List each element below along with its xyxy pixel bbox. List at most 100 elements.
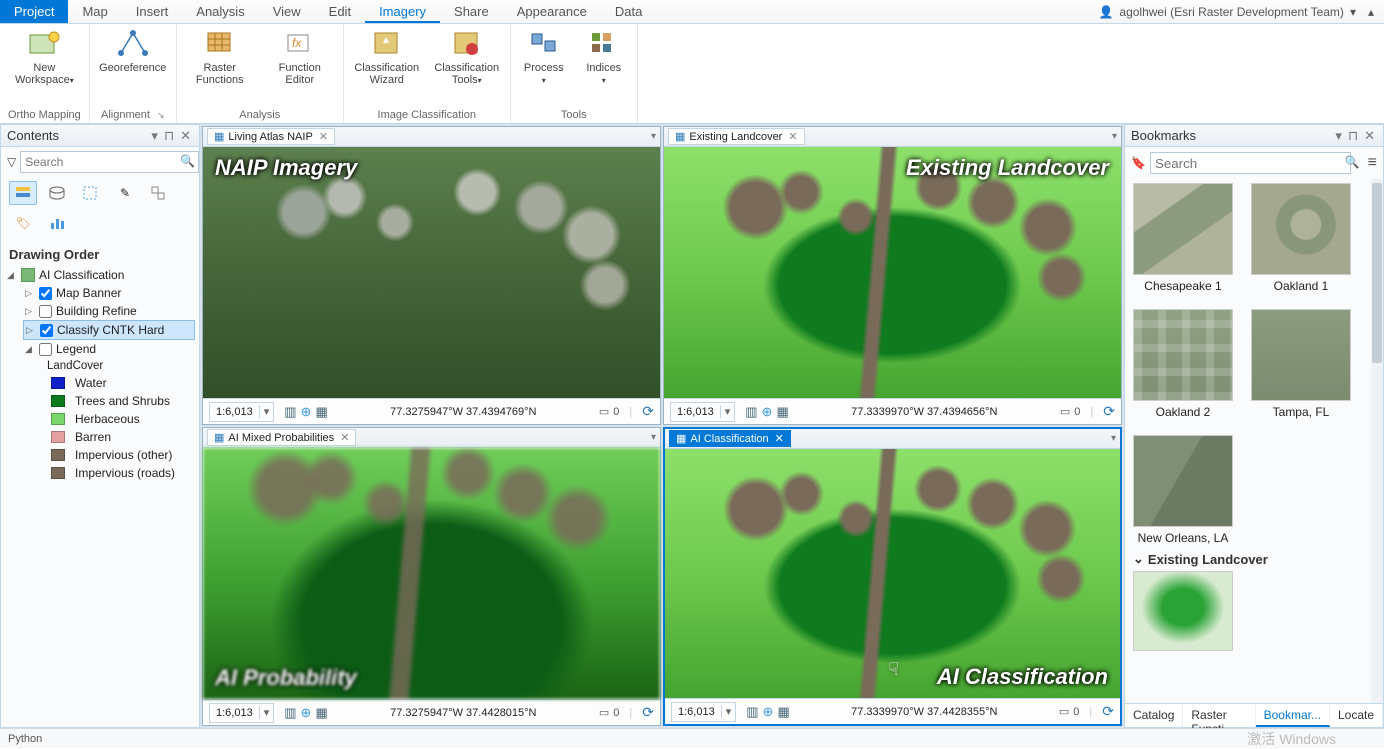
layer-checkbox[interactable] xyxy=(39,343,52,356)
chevron-down-icon[interactable]: ▾ xyxy=(259,405,274,418)
close-icon[interactable]: ✕ xyxy=(1362,128,1377,144)
close-icon[interactable]: ✕ xyxy=(340,431,349,444)
close-icon[interactable]: ✕ xyxy=(788,130,797,143)
classification-wizard-button[interactable]: ClassificationWizard xyxy=(352,28,422,86)
tool-icon[interactable]: ▥ xyxy=(284,705,296,721)
tab-map[interactable]: Map xyxy=(68,0,121,23)
pin-icon[interactable]: ⊓ xyxy=(1346,128,1360,144)
tab-dropdown-icon[interactable]: ▾ xyxy=(651,131,656,142)
tool-icon[interactable]: ▦ xyxy=(315,404,327,420)
filter-icon[interactable]: ▽ xyxy=(7,155,16,169)
bookmarks-search-input[interactable] xyxy=(1150,152,1351,174)
map-tab[interactable]: ▦ AI Mixed Probabilities ✕ xyxy=(207,429,356,446)
map-tab[interactable]: ▦ Existing Landcover ✕ xyxy=(668,128,805,145)
status-left[interactable]: Python xyxy=(8,733,42,745)
refresh-icon[interactable]: ⟳ xyxy=(1103,403,1115,420)
tab-appearance[interactable]: Appearance xyxy=(503,0,601,23)
panel-tab[interactable]: Bookmar... xyxy=(1256,704,1330,727)
tab-share[interactable]: Share xyxy=(440,0,503,23)
dialog-launcher-icon[interactable]: ↘ xyxy=(157,110,165,121)
bookmarks-title-bar[interactable]: Bookmarks ▾ ⊓ ✕ xyxy=(1125,125,1383,147)
selection-count[interactable]: ▭0 xyxy=(1059,705,1080,718)
close-icon[interactable]: ✕ xyxy=(775,432,784,445)
tab-imagery[interactable]: Imagery xyxy=(365,0,440,23)
tool-icon[interactable]: ▥ xyxy=(284,404,296,420)
menu-icon[interactable]: ≡ xyxy=(1368,154,1377,172)
list-by-chart-icon[interactable] xyxy=(43,211,71,235)
tab-data[interactable]: Data xyxy=(601,0,656,23)
tab-edit[interactable]: Edit xyxy=(315,0,365,23)
close-icon[interactable]: ✕ xyxy=(178,128,193,144)
ribbon-collapse-icon[interactable]: ▴ xyxy=(1368,5,1374,19)
scrollbar[interactable] xyxy=(1371,179,1383,703)
scale-selector[interactable]: 1:6,013▾ xyxy=(209,703,274,723)
layer-map-banner[interactable]: ▷Map Banner xyxy=(23,284,195,302)
tool-icon[interactable]: ▦ xyxy=(315,705,327,721)
refresh-icon[interactable]: ⟳ xyxy=(642,403,654,420)
layer-checkbox[interactable] xyxy=(39,305,52,318)
legend-node[interactable]: ◢Legend xyxy=(23,340,195,358)
map-view[interactable]: AI Classification ☟ xyxy=(665,449,1120,698)
panel-tab[interactable]: Raster Functi... xyxy=(1183,704,1255,727)
panel-tab[interactable]: Catalog xyxy=(1125,704,1183,727)
tool-icon[interactable]: ▦ xyxy=(776,404,788,420)
map-tab[interactable]: ▦ AI Classification ✕ xyxy=(669,430,791,447)
bookmark-item[interactable]: Tampa, FL xyxy=(1251,309,1351,419)
layer-checkbox[interactable] xyxy=(40,324,53,337)
panel-tab[interactable]: Locate xyxy=(1330,704,1383,727)
layer-classify-cntk-hard[interactable]: ▷Classify CNTK Hard xyxy=(23,320,195,340)
legend-item[interactable]: Trees and Shrubs xyxy=(41,392,195,410)
existing-landcover-thumb[interactable] xyxy=(1133,571,1233,651)
list-by-editing-icon[interactable]: ✎ xyxy=(111,181,139,205)
layer-building-refine[interactable]: ▷Building Refine xyxy=(23,302,195,320)
section-existing-landcover[interactable]: ⌄Existing Landcover xyxy=(1133,545,1375,571)
legend-item[interactable]: Impervious (roads) xyxy=(41,464,195,482)
map-view[interactable]: NAIP Imagery xyxy=(203,147,660,398)
tool-icon[interactable]: ⊕ xyxy=(301,705,312,721)
tool-icon[interactable]: ⊕ xyxy=(762,404,773,420)
dropdown-icon[interactable]: ▾ xyxy=(149,128,160,144)
georeference-button[interactable]: Georeference xyxy=(98,28,168,74)
tool-icon[interactable]: ▥ xyxy=(745,404,757,420)
legend-item[interactable]: Water xyxy=(41,374,195,392)
indices-button[interactable]: Indices▾ xyxy=(579,28,629,86)
selection-count[interactable]: ▭0 xyxy=(599,706,620,719)
bookmark-icon[interactable]: 🔖 xyxy=(1131,156,1146,170)
scrollbar-thumb[interactable] xyxy=(1372,183,1382,363)
selection-count[interactable]: ▭0 xyxy=(1060,405,1081,418)
map-tab[interactable]: ▦ Living Atlas NAIP ✕ xyxy=(207,128,335,145)
refresh-icon[interactable]: ⟳ xyxy=(642,704,654,721)
tab-project[interactable]: Project xyxy=(0,0,68,23)
map-node[interactable]: ◢AI Classification xyxy=(5,266,195,284)
tool-icon[interactable]: ▦ xyxy=(777,704,789,720)
list-by-labeling-icon[interactable]: 🏷 xyxy=(9,211,37,235)
refresh-icon[interactable]: ⟳ xyxy=(1102,703,1114,720)
map-view[interactable]: AI Probability xyxy=(203,448,660,699)
bookmark-item[interactable]: New Orleans, LA xyxy=(1133,435,1233,545)
list-by-drawing-icon[interactable] xyxy=(9,181,37,205)
tab-dropdown-icon[interactable]: ▾ xyxy=(1112,131,1117,142)
pin-icon[interactable]: ⊓ xyxy=(162,128,176,144)
list-by-snapping-icon[interactable] xyxy=(145,181,173,205)
dropdown-icon[interactable]: ▾ xyxy=(1333,128,1344,144)
raster-functions-button[interactable]: RasterFunctions xyxy=(185,28,255,86)
tab-analysis[interactable]: Analysis xyxy=(182,0,258,23)
search-icon[interactable]: 🔍 xyxy=(1345,155,1360,169)
tool-icon[interactable]: ⊕ xyxy=(763,704,774,720)
layer-checkbox[interactable] xyxy=(39,287,52,300)
list-by-source-icon[interactable] xyxy=(43,181,71,205)
tool-icon[interactable]: ▥ xyxy=(746,704,758,720)
search-icon[interactable]: 🔍 xyxy=(180,154,195,168)
classification-tools-button[interactable]: ClassificationTools▾ xyxy=(432,28,502,86)
user-menu[interactable]: 👤 agolhwei (Esri Raster Development Team… xyxy=(1088,0,1384,23)
scale-selector[interactable]: 1:6,013▾ xyxy=(670,402,735,422)
selection-count[interactable]: ▭0 xyxy=(599,405,620,418)
list-by-selection-icon[interactable] xyxy=(77,181,105,205)
legend-item[interactable]: Barren xyxy=(41,428,195,446)
contents-search-input[interactable] xyxy=(20,151,199,173)
chevron-down-icon[interactable]: ▾ xyxy=(721,705,736,718)
tab-dropdown-icon[interactable]: ▾ xyxy=(651,432,656,443)
function-editor-button[interactable]: fx FunctionEditor xyxy=(265,28,335,86)
bookmark-item[interactable]: Chesapeake 1 xyxy=(1133,183,1233,293)
new-workspace-button[interactable]: NewWorkspace▾ xyxy=(9,28,79,86)
